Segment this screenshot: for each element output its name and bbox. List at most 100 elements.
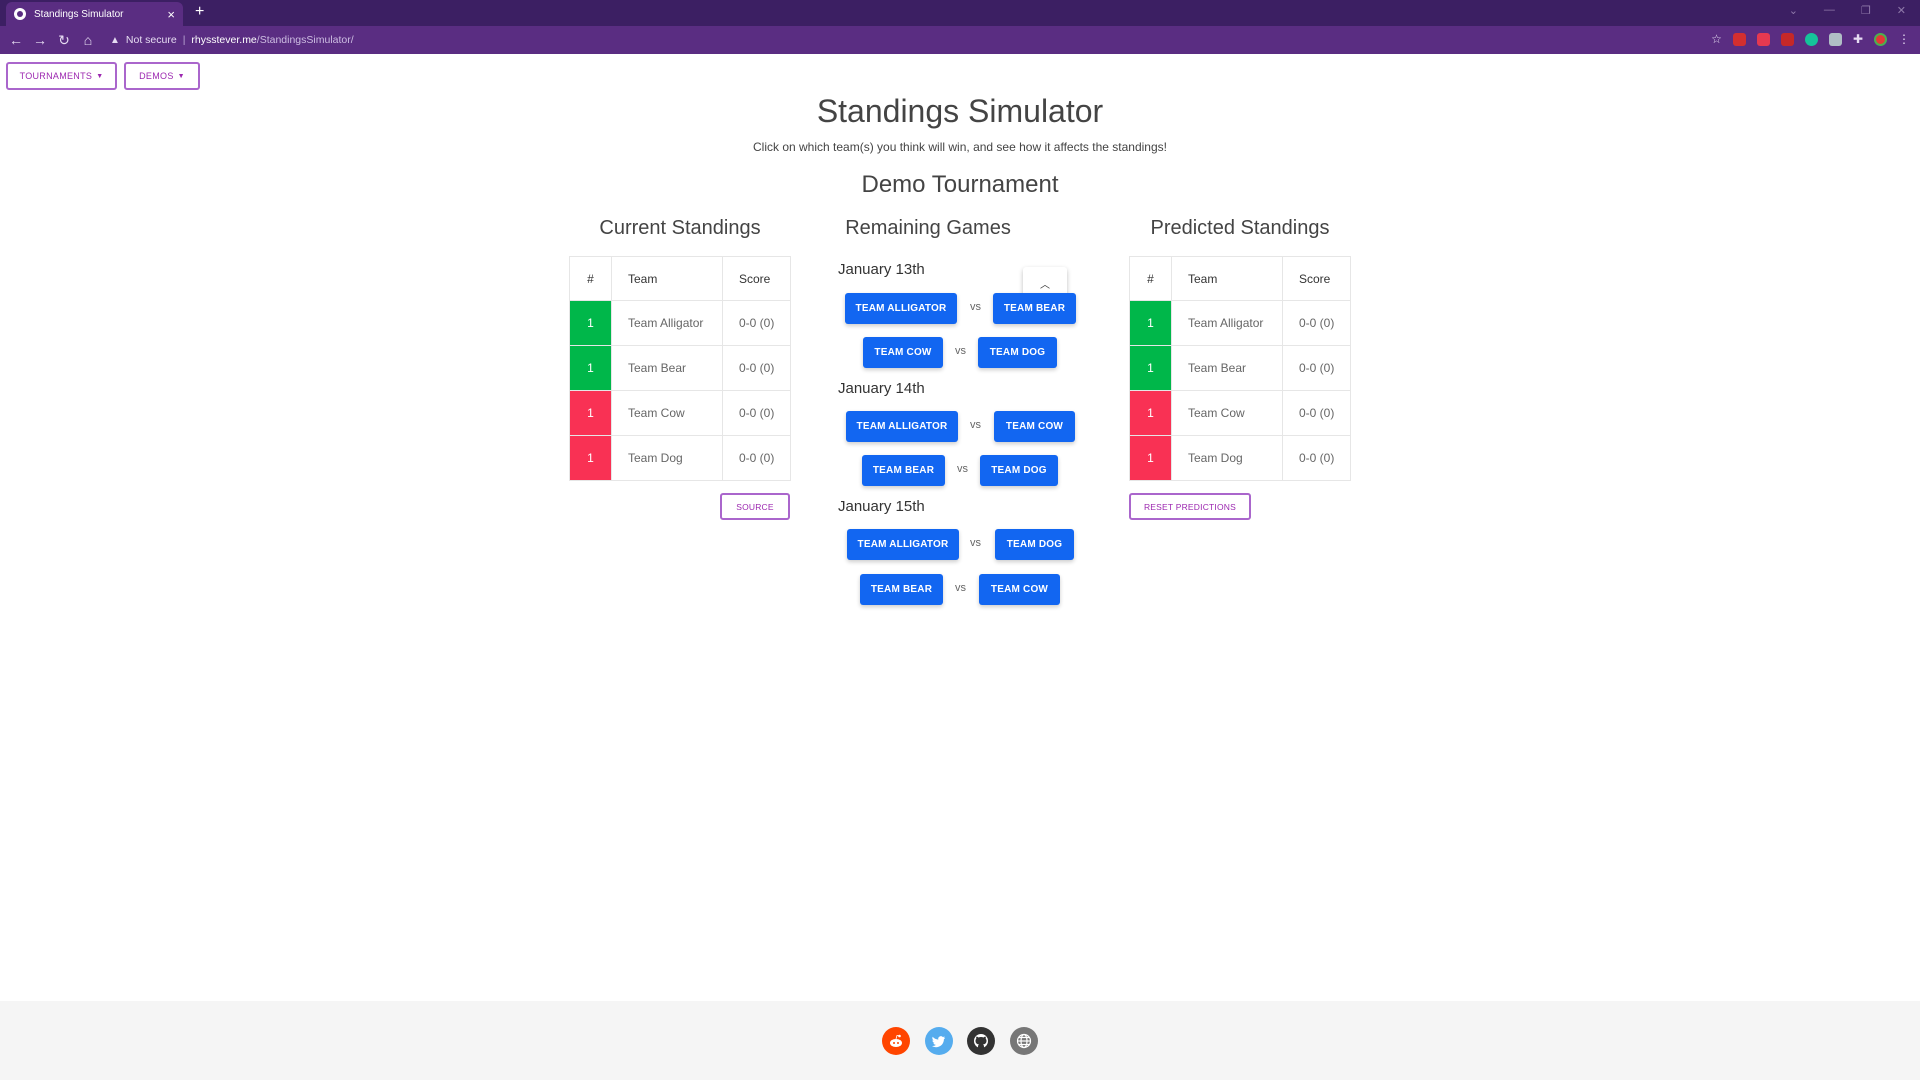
table-row: 1 Team Bear 0-0 (0) xyxy=(569,345,791,391)
pick-team-button[interactable]: TEAM ALLIGATOR xyxy=(845,293,957,324)
table-header-row: # Team Score xyxy=(1129,256,1351,301)
warning-icon: ▲ xyxy=(110,34,120,46)
reddit-icon[interactable] xyxy=(882,1027,910,1055)
team-cell: Team Cow xyxy=(611,390,723,436)
forward-icon[interactable]: → xyxy=(28,32,52,48)
lastpass-extension-icon[interactable] xyxy=(1780,32,1794,46)
pocket-extension-icon[interactable] xyxy=(1756,32,1770,46)
team-cell: Team Bear xyxy=(611,345,723,391)
extension-icons: ☆ ✚ ⋮ xyxy=(1711,32,1910,46)
tournaments-dropdown-button[interactable]: TOURNAMENTS ▼ xyxy=(6,62,117,90)
vs-label: vs xyxy=(970,419,981,431)
pick-team-button[interactable]: TEAM BEAR xyxy=(993,293,1076,324)
pick-team-button[interactable]: TEAM BEAR xyxy=(862,455,945,486)
rank-cell: 1 xyxy=(569,300,612,346)
url-host: rhysstever.me xyxy=(191,34,257,46)
pick-team-button[interactable]: TEAM COW xyxy=(979,574,1060,605)
table-row: 1 Team Alligator 0-0 (0) xyxy=(1129,300,1351,346)
browser-menu-icon[interactable]: ⋮ xyxy=(1898,32,1910,46)
team-header: Team xyxy=(1171,256,1283,301)
score-header: Score xyxy=(722,256,791,301)
table-row: 1 Team Dog 0-0 (0) xyxy=(1129,435,1351,481)
bookmark-star-icon[interactable]: ☆ xyxy=(1711,32,1722,46)
rank-cell: 1 xyxy=(569,435,612,481)
url-separator: | xyxy=(182,34,186,46)
rank-cell: 1 xyxy=(569,345,612,391)
day-label-jan-13: January 13th xyxy=(838,261,925,278)
window-close-icon[interactable]: ✕ xyxy=(1897,4,1906,17)
predicted-standings-title: Predicted Standings xyxy=(1150,217,1330,239)
table-row: 1 Team Alligator 0-0 (0) xyxy=(569,300,791,346)
site-favicon-icon xyxy=(14,8,26,20)
page-content: TOURNAMENTS ▼ DEMOS ▼ Standings Simulato… xyxy=(0,54,1920,1000)
back-icon[interactable]: ← xyxy=(4,32,28,48)
twitter-icon[interactable] xyxy=(925,1027,953,1055)
pick-team-button[interactable]: TEAM COW xyxy=(994,411,1075,442)
current-standings-table: # Team Score 1 Team Alligator 0-0 (0) 1 … xyxy=(569,256,791,481)
rank-cell: 1 xyxy=(1129,345,1172,391)
tab-title: Standings Simulator xyxy=(34,8,124,20)
day-label-jan-14: January 14th xyxy=(838,380,925,397)
vs-label: vs xyxy=(955,582,966,594)
team-header: Team xyxy=(611,256,723,301)
pick-team-button[interactable]: TEAM DOG xyxy=(980,455,1058,486)
score-cell: 0-0 (0) xyxy=(1282,390,1351,436)
pick-team-button[interactable]: TEAM ALLIGATOR xyxy=(846,411,958,442)
new-tab-icon[interactable]: + xyxy=(195,3,204,21)
reload-icon[interactable]: ↻ xyxy=(52,32,76,49)
vs-label: vs xyxy=(970,537,981,549)
score-cell: 0-0 (0) xyxy=(722,345,791,391)
score-cell: 0-0 (0) xyxy=(722,300,791,346)
rank-cell: 1 xyxy=(1129,435,1172,481)
team-cell: Team Dog xyxy=(1171,435,1283,481)
restore-icon[interactable]: ❐ xyxy=(1861,4,1871,17)
home-icon[interactable]: ⌂ xyxy=(76,32,100,48)
vs-label: vs xyxy=(957,463,968,475)
window-controls: ⌄ — ❐ ✕ xyxy=(1789,4,1906,17)
predicted-standings-table: # Team Score 1 Team Alligator 0-0 (0) 1 … xyxy=(1129,256,1351,481)
table-header-row: # Team Score xyxy=(569,256,791,301)
github-icon[interactable] xyxy=(967,1027,995,1055)
pick-team-button[interactable]: TEAM DOG xyxy=(978,337,1057,368)
pdf-extension-icon[interactable] xyxy=(1732,32,1746,46)
url-field[interactable]: ▲ Not secure | rhysstever.me /StandingsS… xyxy=(110,34,354,46)
tournaments-label: TOURNAMENTS xyxy=(19,71,93,81)
rank-cell: 1 xyxy=(569,390,612,436)
table-row: 1 Team Cow 0-0 (0) xyxy=(569,390,791,436)
reset-predictions-button[interactable]: RESET PREDICTIONS xyxy=(1129,493,1251,520)
remaining-games-title: Remaining Games xyxy=(845,217,1011,239)
pick-team-button[interactable]: TEAM ALLIGATOR xyxy=(847,529,959,560)
rank-header: # xyxy=(1129,256,1172,301)
source-button[interactable]: SOURCE xyxy=(720,493,790,520)
profile-avatar-icon[interactable] xyxy=(1874,32,1887,46)
team-cell: Team Dog xyxy=(611,435,723,481)
footer xyxy=(0,1001,1920,1080)
browser-tab[interactable]: Standings Simulator × xyxy=(6,2,183,26)
tab-close-icon[interactable]: × xyxy=(167,8,175,21)
grammarly-extension-icon[interactable] xyxy=(1804,32,1818,46)
pick-team-button[interactable]: TEAM BEAR xyxy=(860,574,943,605)
score-cell: 0-0 (0) xyxy=(722,390,791,436)
browser-tab-bar: Standings Simulator × + ⌄ — ❐ ✕ xyxy=(0,0,1920,26)
team-cell: Team Alligator xyxy=(1171,300,1283,346)
team-cell: Team Alligator xyxy=(611,300,723,346)
address-bar: ← → ↻ ⌂ ▲ Not secure | rhysstever.me /St… xyxy=(0,26,1920,54)
screenshot-extension-icon[interactable] xyxy=(1828,32,1842,46)
score-cell: 0-0 (0) xyxy=(722,435,791,481)
day-label-jan-15: January 15th xyxy=(838,498,925,515)
score-cell: 0-0 (0) xyxy=(1282,435,1351,481)
rank-cell: 1 xyxy=(1129,300,1172,346)
tournament-title: Demo Tournament xyxy=(861,171,1059,198)
score-cell: 0-0 (0) xyxy=(1282,345,1351,391)
demos-dropdown-button[interactable]: DEMOS ▼ xyxy=(124,62,200,90)
demos-label: DEMOS xyxy=(139,71,174,81)
chevron-up-icon: ︿ xyxy=(1040,280,1050,291)
rank-header: # xyxy=(569,256,612,301)
pick-team-button[interactable]: TEAM COW xyxy=(863,337,943,368)
tab-search-icon[interactable]: ⌄ xyxy=(1789,4,1798,17)
url-path: /StandingsSimulator/ xyxy=(256,34,354,46)
globe-icon[interactable] xyxy=(1010,1027,1038,1055)
extensions-puzzle-icon[interactable]: ✚ xyxy=(1853,32,1863,46)
pick-team-button[interactable]: TEAM DOG xyxy=(995,529,1074,560)
minimize-icon[interactable]: — xyxy=(1824,4,1835,17)
